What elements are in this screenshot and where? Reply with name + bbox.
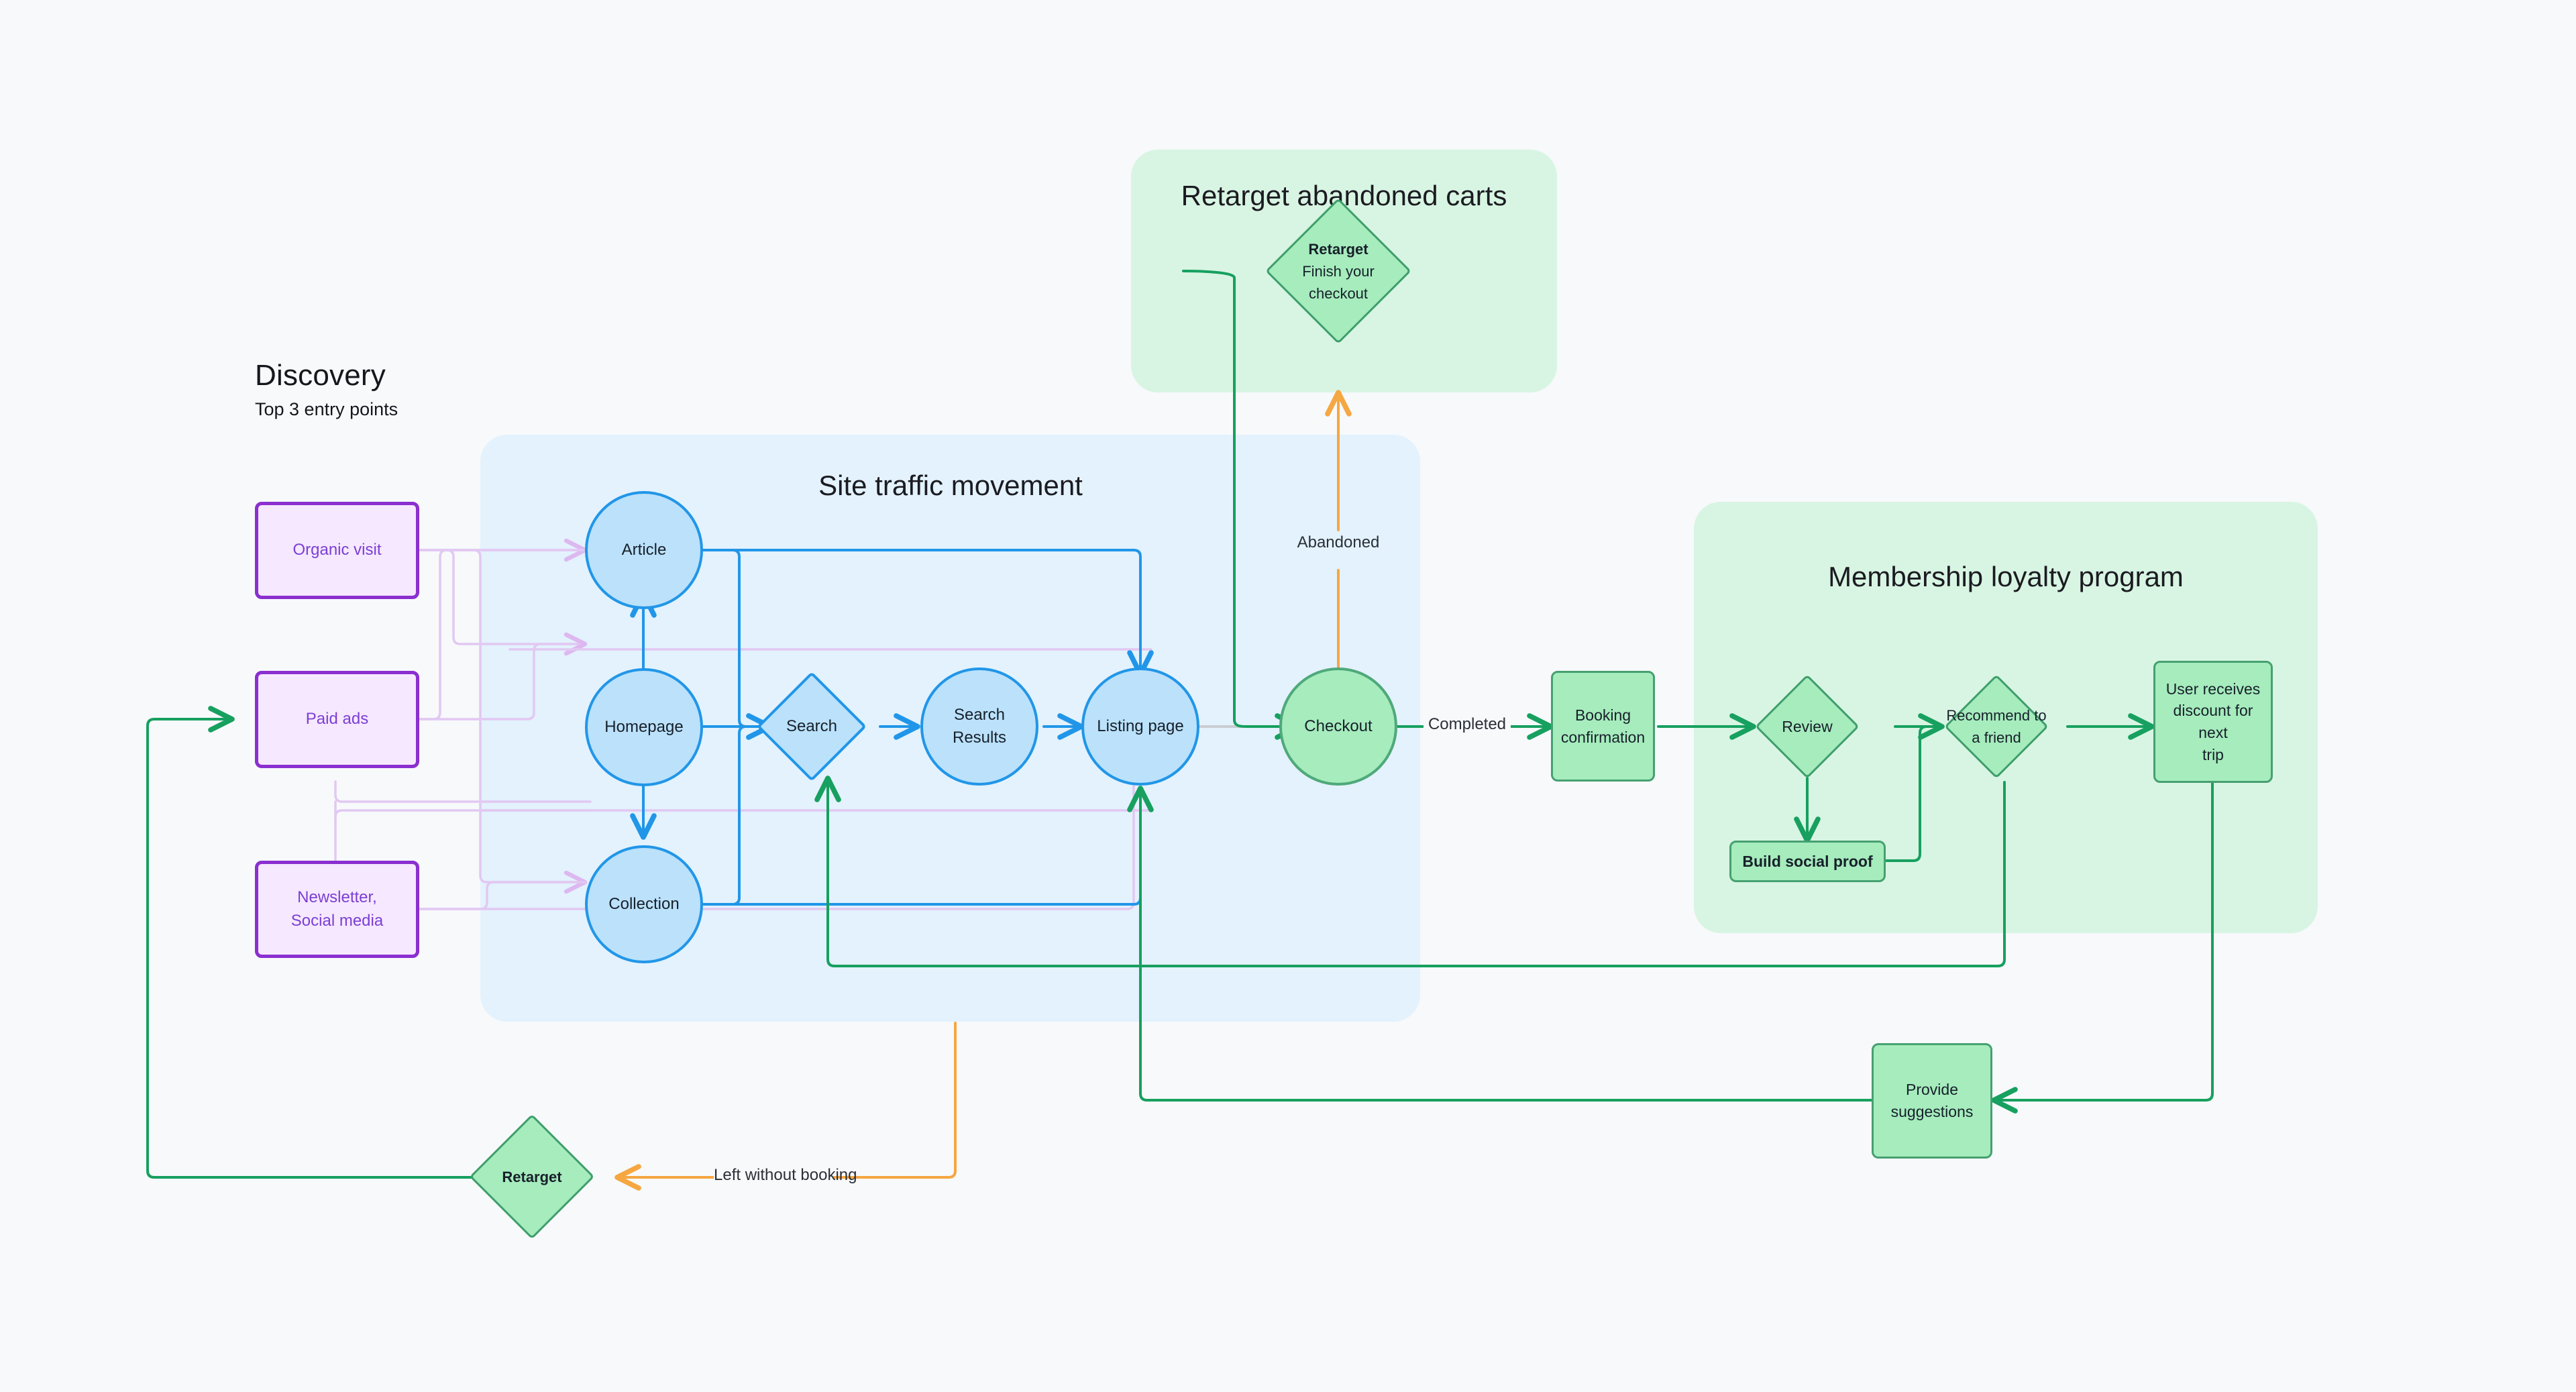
node-build-social-proof[interactable]: Build social proof — [1729, 841, 1886, 882]
node-user-receives-discount[interactable]: User receives discount for next trip — [2153, 661, 2273, 783]
node-organic-visit-label: Organic visit — [292, 541, 382, 559]
group-title-membership-loyalty: Membership loyalty program — [1828, 561, 2184, 592]
node-discount-line3: trip — [2202, 745, 2224, 763]
node-provide-suggestions[interactable]: Provide suggestions — [1872, 1043, 1992, 1159]
page-subtitle: Top 3 entry points — [255, 399, 398, 419]
node-paid-ads-label: Paid ads — [305, 710, 369, 729]
edge-label-left-without-booking: Left without booking — [714, 1166, 857, 1185]
node-homepage[interactable]: Homepage — [585, 668, 703, 786]
node-discount-line2: discount for next — [2173, 702, 2253, 741]
node-collection[interactable]: Collection — [585, 845, 703, 963]
node-checkout[interactable]: Checkout — [1279, 667, 1397, 786]
node-build-social-proof-label: Build social proof — [1742, 852, 1873, 870]
node-retarget-cart-line1: Finish your — [1302, 262, 1375, 280]
node-booking-confirmation[interactable]: Booking confirmation — [1551, 671, 1655, 782]
node-recommend-line2: a friend — [1972, 729, 2021, 746]
node-search[interactable]: Search — [756, 671, 867, 782]
node-discount-line1: User receives — [2165, 680, 2261, 698]
node-retarget-finish-checkout[interactable]: Retarget Finish your checkout — [1265, 198, 1411, 344]
group-title-site-traffic-movement: Site traffic movement — [818, 470, 1083, 501]
node-checkout-label: Checkout — [1304, 716, 1373, 735]
node-newsletter-social-media[interactable]: Newsletter, Social media — [255, 861, 419, 958]
page-title: Discovery — [255, 359, 386, 392]
node-retarget-cart-title: Retarget — [1308, 240, 1368, 258]
discovery-heading: Discovery Top 3 entry points — [255, 359, 398, 420]
node-booking-confirmation-line2: confirmation — [1560, 728, 1646, 746]
node-paid-ads[interactable]: Paid ads — [255, 671, 419, 768]
node-provide-suggestions-line1: Provide — [1906, 1081, 1958, 1099]
node-retarget-bottom[interactable]: Retarget — [469, 1114, 595, 1240]
node-listing-page-label: Listing page — [1097, 716, 1184, 735]
node-retarget-cart-line2: checkout — [1308, 284, 1368, 302]
node-search-results[interactable]: Search Results — [920, 667, 1038, 786]
flowchart-canvas: Retarget abandoned carts Site traffic mo… — [0, 0, 2576, 1392]
node-homepage-label: Homepage — [604, 717, 684, 736]
node-newsletter-label-line2: Social media — [290, 911, 384, 930]
node-retarget-bottom-label: Retarget — [502, 1168, 562, 1185]
node-review[interactable]: Review — [1755, 674, 1860, 779]
node-collection-label: Collection — [608, 894, 680, 913]
node-article-label: Article — [621, 540, 667, 559]
node-newsletter-label-line1: Newsletter, — [297, 888, 377, 907]
node-listing-page[interactable]: Listing page — [1081, 667, 1199, 786]
node-booking-confirmation-line1: Booking — [1574, 706, 1631, 724]
node-organic-visit[interactable]: Organic visit — [255, 502, 419, 599]
node-recommend-line1: Recommend to — [1946, 707, 2047, 724]
node-article[interactable]: Article — [585, 491, 703, 609]
node-review-label: Review — [1782, 717, 1833, 735]
node-recommend-to-a-friend[interactable]: Recommend to a friend — [1944, 674, 2049, 779]
edge-label-abandoned: Abandoned — [1297, 533, 1380, 551]
node-search-results-label: Search Results — [952, 705, 1007, 747]
node-search-label: Search — [786, 717, 838, 735]
node-provide-suggestions-line2: suggestions — [1890, 1103, 1974, 1120]
edge-label-completed: Completed — [1424, 715, 1511, 734]
